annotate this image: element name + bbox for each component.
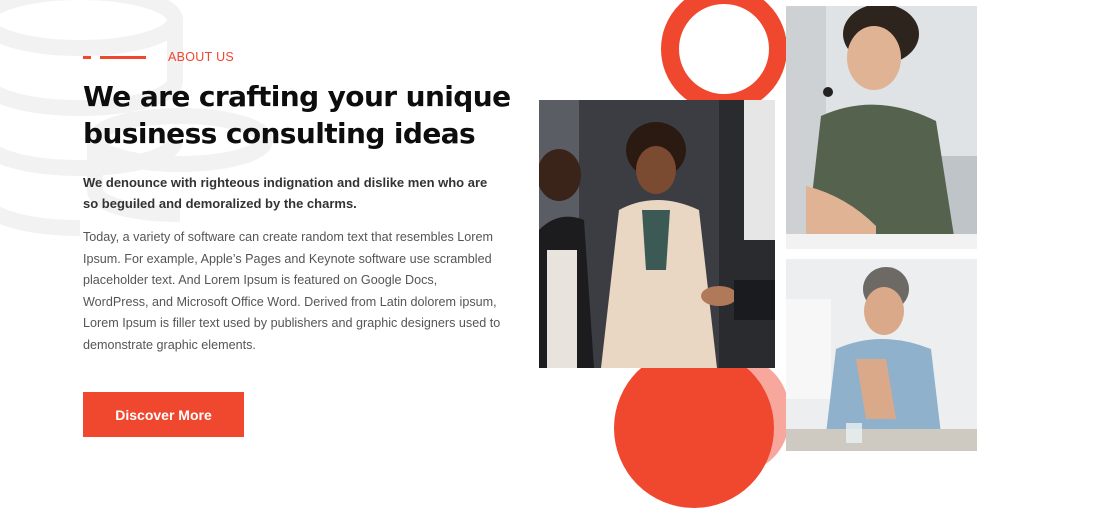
eyebrow-dash-long xyxy=(100,55,146,59)
headset-woman-photo xyxy=(786,6,977,249)
lead-paragraph: We denounce with righteous indignation a… xyxy=(83,175,488,211)
section-heading: We are crafting your unique business con… xyxy=(83,80,511,150)
decorative-circle xyxy=(614,348,774,508)
decorative-ring xyxy=(661,0,787,112)
discover-more-button[interactable]: Discover More xyxy=(83,392,244,437)
smiling-man-photo xyxy=(786,259,977,451)
eyebrow-dash-short xyxy=(83,55,91,59)
eyebrow-label: ABOUT US xyxy=(168,50,235,64)
body-paragraph: Today, a variety of software can create … xyxy=(83,230,501,352)
handshake-photo xyxy=(539,100,775,368)
section-eyebrow: ABOUT US xyxy=(83,50,234,64)
